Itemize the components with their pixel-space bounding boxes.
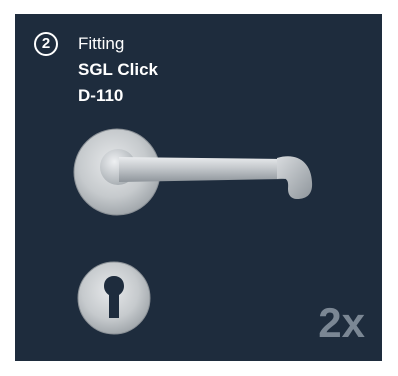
key-escutcheon-icon xyxy=(77,261,151,335)
quantity-label: 2x xyxy=(318,299,365,346)
door-handle-icon xyxy=(73,128,313,216)
product-card: 2 Fitting SGL Click D-110 2x xyxy=(15,14,382,361)
